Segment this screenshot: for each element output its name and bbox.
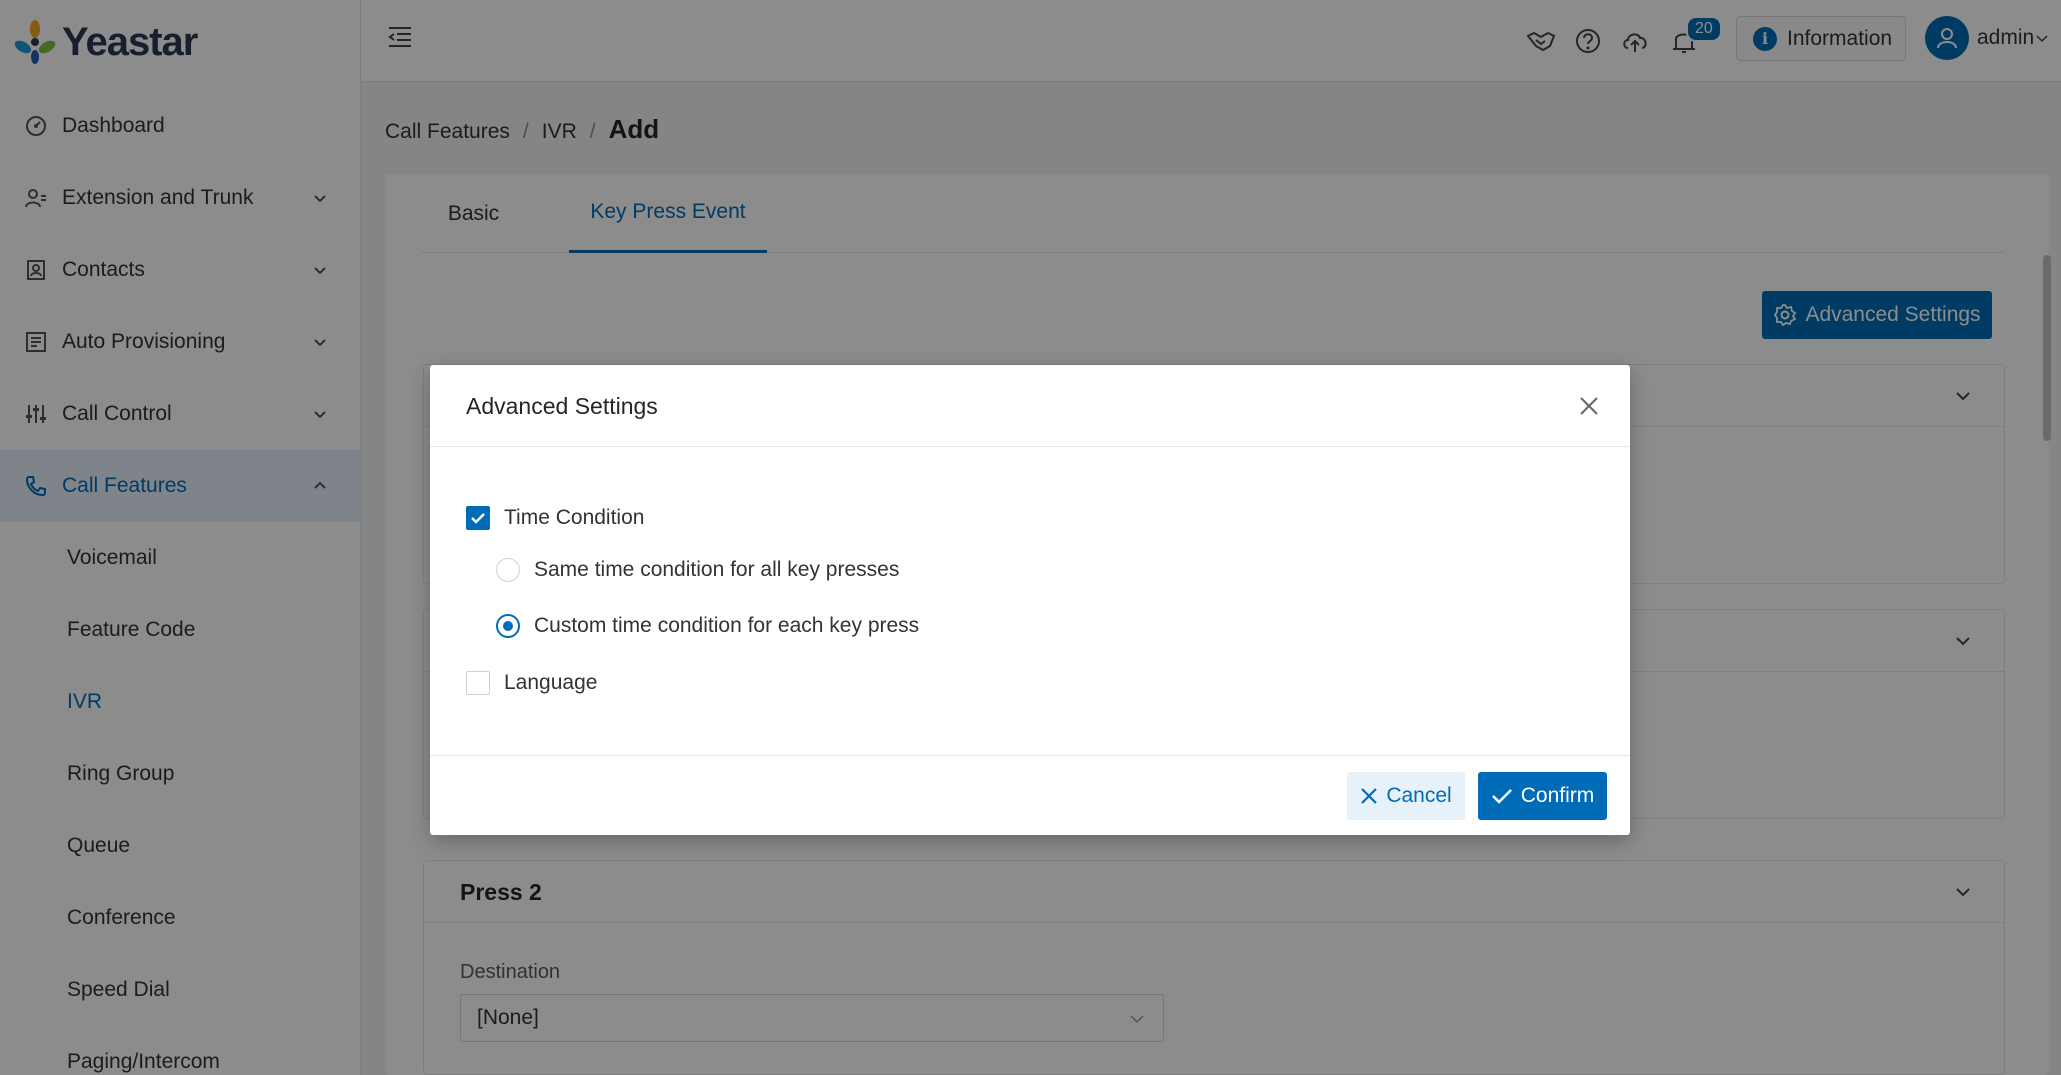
modal-header: Advanced Settings [430, 365, 1630, 447]
language-checkbox[interactable] [466, 671, 490, 695]
confirm-label: Confirm [1520, 784, 1595, 807]
time-condition-label: Time Condition [504, 506, 645, 529]
time-condition-checkbox[interactable] [466, 506, 490, 530]
advanced-settings-modal: Advanced Settings Time Condition Same ti… [430, 365, 1630, 835]
confirm-button[interactable]: Confirm [1478, 772, 1607, 820]
modal-footer: Cancel Confirm [430, 755, 1630, 835]
close-icon [1361, 788, 1378, 804]
close-icon[interactable] [1578, 395, 1600, 417]
radio-custom-time-condition-row[interactable]: Custom time condition for each key press [496, 614, 919, 638]
modal-title: Advanced Settings [466, 393, 658, 419]
language-checkbox-row[interactable]: Language [466, 671, 597, 695]
language-label: Language [504, 671, 598, 694]
checkmark-icon [471, 513, 485, 524]
cancel-label: Cancel [1386, 784, 1452, 807]
checkmark-icon [1491, 789, 1512, 804]
radio-same-time-condition[interactable] [496, 558, 520, 582]
radio-same-time-condition-row[interactable]: Same time condition for all key presses [496, 558, 899, 582]
radio-custom-time-condition[interactable] [496, 614, 520, 638]
cancel-button[interactable]: Cancel [1347, 772, 1465, 820]
time-condition-checkbox-row[interactable]: Time Condition [466, 506, 644, 530]
radio-custom-label: Custom time condition for each key press [534, 614, 920, 637]
radio-same-label: Same time condition for all key presses [534, 558, 900, 581]
